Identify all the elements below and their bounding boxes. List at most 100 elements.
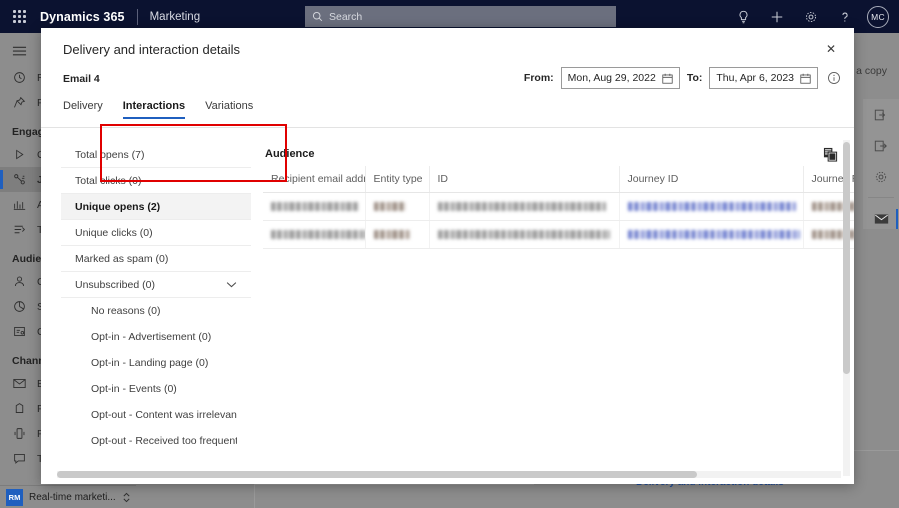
redacted-value bbox=[437, 202, 606, 211]
envelope-icon bbox=[12, 378, 27, 389]
cell-recipient-email bbox=[263, 192, 366, 221]
close-icon[interactable]: ✕ bbox=[818, 38, 844, 60]
metric-unsubscribed[interactable]: Unsubscribed (0) bbox=[61, 272, 251, 298]
to-date-picker[interactable]: Thu, Apr 6, 2023 bbox=[709, 67, 818, 89]
to-label: To: bbox=[686, 72, 703, 84]
metric-marked-as-spam[interactable]: Marked as spam (0) bbox=[61, 246, 251, 272]
dialog-subject: Email 4 bbox=[63, 73, 100, 85]
dialog-title: Delivery and interaction details bbox=[63, 42, 241, 57]
search-input[interactable]: Search bbox=[305, 6, 616, 27]
info-icon[interactable] bbox=[825, 70, 842, 87]
sign-out-icon[interactable] bbox=[868, 136, 894, 157]
metric-optin-events[interactable]: Opt-in - Events (0) bbox=[61, 376, 251, 402]
column-header-entity-type[interactable]: Entity type bbox=[365, 166, 430, 193]
metric-optin-advertisement[interactable]: Opt-in - Advertisement (0) bbox=[61, 324, 251, 350]
tab-delivery[interactable]: Delivery bbox=[63, 100, 103, 119]
clock-icon bbox=[12, 71, 27, 84]
sign-in-icon[interactable] bbox=[868, 105, 894, 126]
to-date-value: Thu, Apr 6, 2023 bbox=[716, 72, 794, 84]
segment-icon bbox=[12, 300, 27, 313]
from-label: From: bbox=[523, 72, 554, 84]
copy-table-icon[interactable] bbox=[821, 145, 839, 163]
brand-label: Dynamics 365 bbox=[40, 9, 125, 24]
envelope-icon[interactable] bbox=[868, 208, 898, 229]
audience-header: Audience bbox=[263, 142, 845, 166]
tab-interactions[interactable]: Interactions bbox=[122, 100, 186, 119]
table-header-row: Recipient email address Entity type ID J… bbox=[263, 166, 854, 193]
column-header-journey-id[interactable]: Journey ID bbox=[619, 166, 804, 193]
pin-icon bbox=[12, 96, 27, 109]
gear-icon[interactable] bbox=[868, 167, 894, 188]
avatar[interactable]: MC bbox=[867, 5, 889, 28]
text-icon bbox=[12, 452, 27, 465]
redacted-value bbox=[271, 230, 364, 239]
cell-id bbox=[429, 220, 620, 249]
app-switcher[interactable]: RM Real-time marketi... bbox=[0, 485, 136, 508]
metric-optout-content-irrelevant[interactable]: Opt-out - Content was irrelevant ( bbox=[61, 402, 251, 428]
metric-optout-too-frequent[interactable]: Opt-out - Received too frequently bbox=[61, 428, 251, 454]
column-header-id[interactable]: ID bbox=[429, 166, 620, 193]
metric-label: No reasons (0) bbox=[91, 305, 161, 317]
dialog-tabs: Delivery Interactions Variations bbox=[63, 100, 253, 119]
app-switcher-label: Real-time marketi... bbox=[29, 491, 116, 503]
redacted-value bbox=[627, 202, 796, 211]
metric-unique-clicks[interactable]: Unique clicks (0) bbox=[61, 220, 251, 246]
metric-label: Total opens (7) bbox=[75, 148, 145, 161]
table-row[interactable] bbox=[263, 220, 854, 249]
column-header-recipient-email[interactable]: Recipient email address bbox=[263, 166, 366, 193]
from-date-picker[interactable]: Mon, Aug 29, 2022 bbox=[560, 67, 680, 89]
metric-label: Marked as spam (0) bbox=[75, 252, 169, 265]
dialog-horizontal-scrollbar[interactable] bbox=[57, 471, 841, 478]
dialog-vertical-scrollbar[interactable] bbox=[843, 140, 850, 476]
search-icon bbox=[312, 11, 323, 22]
redacted-value bbox=[271, 202, 359, 211]
metric-label: Unique opens (2) bbox=[75, 200, 161, 213]
calendar-icon bbox=[800, 73, 811, 84]
metric-label: Opt-in - Events (0) bbox=[91, 383, 177, 395]
rail-divider bbox=[868, 197, 894, 199]
scrollbar-thumb[interactable] bbox=[843, 142, 850, 374]
play-icon bbox=[12, 148, 27, 161]
analytics-icon bbox=[12, 198, 27, 211]
cell-journey-id bbox=[619, 220, 804, 249]
audience-title: Audience bbox=[265, 148, 315, 160]
app-switcher-badge: RM bbox=[6, 488, 23, 506]
metric-total-opens[interactable]: Total opens (7) bbox=[61, 142, 251, 168]
redacted-value bbox=[437, 230, 610, 239]
metric-label: Total clicks (0) bbox=[75, 174, 142, 187]
table-row[interactable] bbox=[263, 192, 854, 221]
app-launcher-icon[interactable] bbox=[0, 0, 38, 33]
search-placeholder: Search bbox=[329, 10, 363, 23]
right-icon-rail bbox=[863, 99, 899, 229]
redacted-value bbox=[373, 230, 410, 239]
cell-journey-id bbox=[619, 192, 804, 221]
consent-icon bbox=[12, 325, 27, 338]
metric-label: Unsubscribed (0) bbox=[75, 278, 155, 291]
calendar-icon bbox=[662, 73, 673, 84]
metric-label: Opt-out - Content was irrelevant ( bbox=[91, 409, 237, 421]
scrollbar-thumb[interactable] bbox=[57, 471, 697, 478]
metric-optin-landing-page[interactable]: Opt-in - Landing page (0) bbox=[61, 350, 251, 376]
from-date-value: Mon, Aug 29, 2022 bbox=[567, 72, 656, 84]
delivery-interaction-dialog: Delivery and interaction details ✕ Email… bbox=[41, 28, 854, 484]
journey-icon bbox=[12, 173, 27, 186]
metric-label: Opt-in - Advertisement (0) bbox=[91, 331, 212, 343]
metric-label: Unique clicks (0) bbox=[75, 226, 153, 239]
tab-variations[interactable]: Variations bbox=[205, 100, 253, 119]
form-icon bbox=[12, 402, 27, 415]
metric-unique-opens[interactable]: Unique opens (2) bbox=[61, 194, 251, 220]
chevron-down-icon[interactable] bbox=[226, 281, 237, 288]
cell-entity-type bbox=[365, 220, 430, 249]
chevron-updown-icon bbox=[122, 492, 131, 503]
cell-entity-type bbox=[365, 192, 430, 221]
cell-id bbox=[429, 192, 620, 221]
cell-recipient-email bbox=[263, 220, 366, 249]
audience-panel: Audience Recipient email add Entity type… bbox=[263, 142, 854, 249]
audience-table: Recipient email address Entity type ID J… bbox=[263, 166, 854, 249]
metric-total-clicks[interactable]: Total clicks (0) bbox=[61, 168, 251, 194]
redacted-value bbox=[373, 202, 406, 211]
metrics-list: Total opens (7) Total clicks (0) Unique … bbox=[61, 142, 251, 454]
metric-no-reasons[interactable]: No reasons (0) bbox=[61, 298, 251, 324]
push-icon bbox=[12, 427, 27, 440]
person-icon bbox=[12, 275, 27, 288]
